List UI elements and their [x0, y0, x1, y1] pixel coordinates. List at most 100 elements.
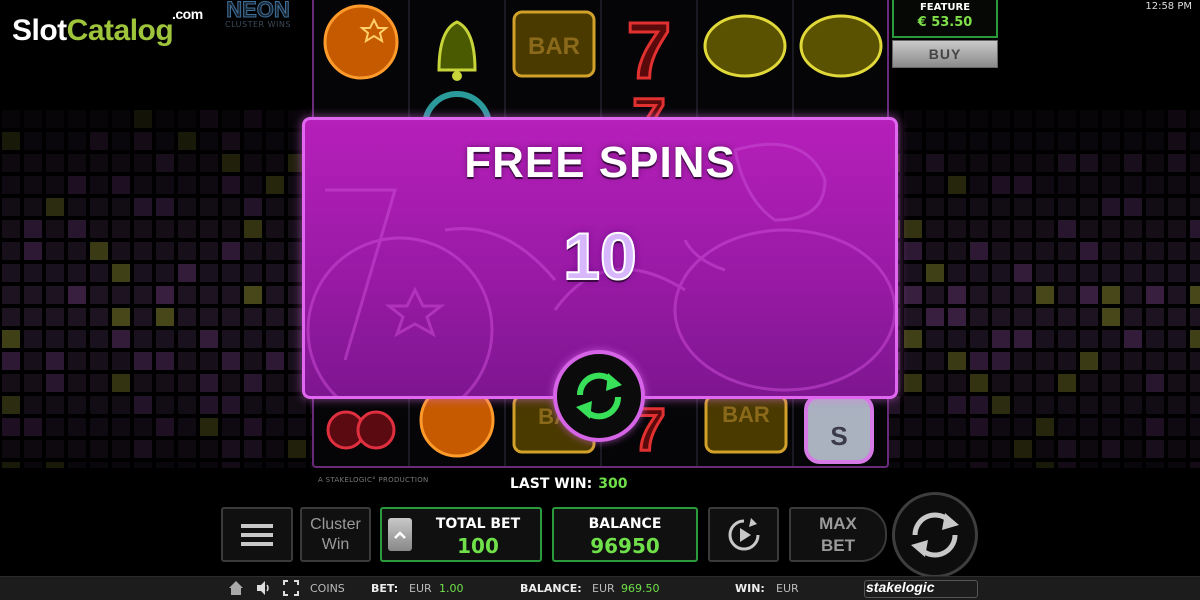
led-tile: [970, 374, 988, 392]
led-tile: [156, 220, 174, 238]
led-tile: [2, 286, 20, 304]
led-tile: [68, 374, 86, 392]
cluster-win-label-2: Win: [321, 536, 350, 553]
led-tile: [1080, 220, 1098, 238]
spin-button[interactable]: [892, 492, 978, 578]
led-tile: [46, 132, 64, 150]
led-tile: [288, 418, 306, 436]
led-tile: [1080, 308, 1098, 326]
led-tile: [1168, 176, 1186, 194]
cluster-win-button[interactable]: Cluster Win: [300, 507, 371, 562]
max-bet-button[interactable]: MAX BET: [789, 507, 887, 562]
led-tile: [1036, 110, 1054, 128]
led-tile: [1190, 418, 1200, 436]
status-bar: COINS BET: EUR 1.00 BALANCE: EUR 969.50 …: [0, 576, 1200, 600]
led-tile: [1146, 440, 1164, 458]
led-tile: [970, 286, 988, 304]
led-tile: [1190, 286, 1200, 304]
led-tile: [926, 374, 944, 392]
led-tile: [1168, 220, 1186, 238]
fullscreen-icon[interactable]: [283, 580, 299, 596]
led-tile: [1080, 154, 1098, 172]
chevron-up-icon: [394, 530, 406, 539]
led-tile: [24, 198, 42, 216]
led-tile: [200, 330, 218, 348]
led-tile: [992, 418, 1010, 436]
led-tile: [926, 176, 944, 194]
led-tile: [1146, 374, 1164, 392]
led-tile: [46, 264, 64, 282]
led-tile: [904, 374, 922, 392]
led-tile: [222, 110, 240, 128]
led-tile: [112, 242, 130, 260]
lemon-symbol: [799, 14, 883, 78]
led-tile: [200, 286, 218, 304]
led-tile: [1146, 176, 1164, 194]
led-tile: [1014, 462, 1032, 468]
led-tile: [222, 132, 240, 150]
led-tile: [244, 220, 262, 238]
led-tile: [156, 308, 174, 326]
led-tile: [266, 220, 284, 238]
led-tile: [68, 418, 86, 436]
bet-increase-button[interactable]: [388, 518, 412, 551]
led-tile: [68, 462, 86, 468]
led-tile: [948, 418, 966, 436]
coins-toggle[interactable]: COINS: [310, 582, 345, 595]
autoplay-button[interactable]: [708, 507, 779, 562]
led-tile: [1080, 176, 1098, 194]
led-tile: [1014, 418, 1032, 436]
led-tile: [1058, 418, 1076, 436]
menu-button[interactable]: [221, 507, 293, 562]
led-tile: [904, 462, 922, 468]
led-tile: [46, 198, 64, 216]
buy-feature-button[interactable]: BUY: [892, 40, 998, 68]
led-tile: [134, 264, 152, 282]
led-tile: [904, 242, 922, 260]
speaker-icon[interactable]: [255, 580, 271, 596]
led-tile: [1168, 154, 1186, 172]
led-tile: [156, 418, 174, 436]
led-tile: [1124, 374, 1142, 392]
led-tile: [1190, 132, 1200, 150]
led-tile: [1190, 374, 1200, 392]
led-tile: [68, 352, 86, 370]
led-tile: [948, 264, 966, 282]
led-tile: [970, 220, 988, 238]
led-tile: [178, 440, 196, 458]
led-tile: [222, 220, 240, 238]
led-tile: [948, 220, 966, 238]
free-spins-continue-button[interactable]: [553, 350, 645, 442]
led-tile: [68, 286, 86, 304]
led-tile: [24, 308, 42, 326]
led-tile: [1190, 154, 1200, 172]
led-tile: [24, 176, 42, 194]
led-tile: [970, 154, 988, 172]
led-tile: [1146, 154, 1164, 172]
led-tile: [112, 176, 130, 194]
free-spins-title: FREE SPINS: [464, 138, 736, 187]
led-tile: [68, 110, 86, 128]
led-tile: [904, 352, 922, 370]
led-tile: [200, 132, 218, 150]
led-tile: [948, 176, 966, 194]
led-tile: [1124, 330, 1142, 348]
led-tile: [1146, 242, 1164, 260]
led-tile: [200, 198, 218, 216]
led-tile: [156, 154, 174, 172]
led-tile: [1124, 110, 1142, 128]
led-tile: [926, 330, 944, 348]
led-tile: [1190, 176, 1200, 194]
led-tile: [112, 264, 130, 282]
led-tile: [904, 176, 922, 194]
led-tile: [970, 132, 988, 150]
led-tile: [1036, 198, 1054, 216]
home-icon[interactable]: [228, 580, 244, 596]
max-bet-label-1: MAX: [819, 514, 857, 533]
led-tile: [2, 242, 20, 260]
led-tile: [1168, 264, 1186, 282]
led-tile: [112, 440, 130, 458]
led-tile: [970, 242, 988, 260]
led-tile: [266, 264, 284, 282]
led-tile: [1102, 418, 1120, 436]
